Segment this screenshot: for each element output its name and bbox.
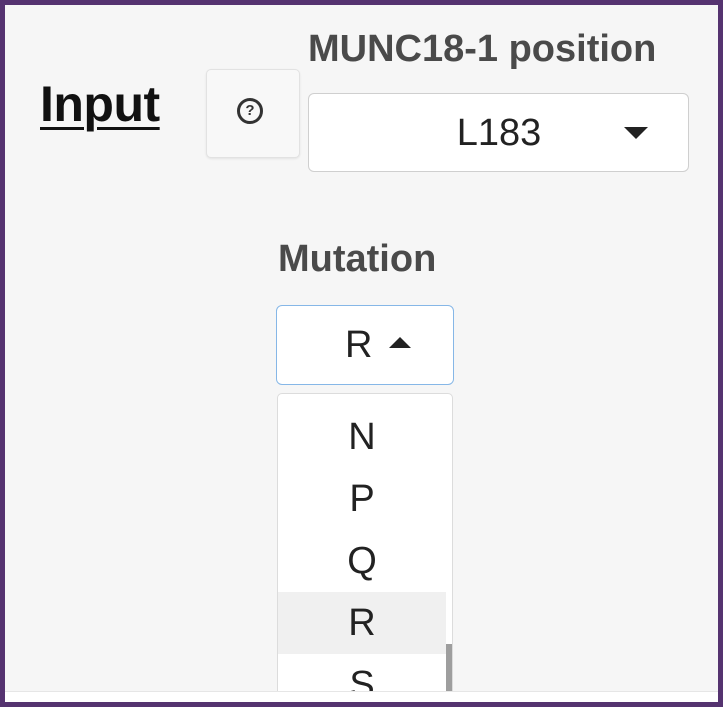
mutation-dropdown-list[interactable]: N P Q R S	[277, 393, 453, 702]
option-n[interactable]: N	[278, 406, 446, 468]
option-r[interactable]: R	[278, 592, 446, 654]
caret-down-icon	[624, 127, 648, 139]
input-heading: Input	[40, 76, 160, 132]
app-frame: Input ? MUNC18-1 position L183 Mutation …	[5, 5, 718, 702]
position-label: MUNC18-1 position	[308, 28, 657, 70]
option-q[interactable]: Q	[278, 530, 446, 592]
mutation-select[interactable]: R	[276, 305, 454, 385]
caret-up-icon	[389, 337, 411, 348]
option-p[interactable]: P	[278, 468, 446, 530]
position-select[interactable]: L183	[308, 93, 689, 172]
mutation-label: Mutation	[278, 238, 437, 280]
help-button[interactable]: ?	[206, 69, 300, 158]
bottom-divider	[5, 691, 718, 702]
question-circle-icon: ?	[237, 98, 263, 124]
mutation-select-value: R	[345, 324, 373, 366]
